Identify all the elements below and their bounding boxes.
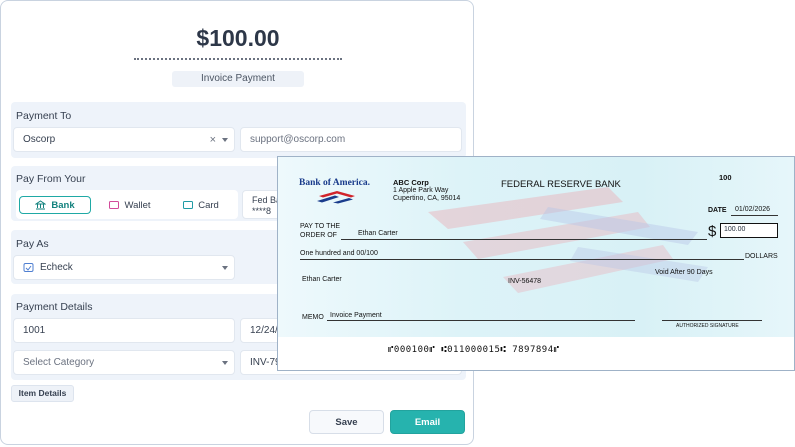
amount-words-line	[300, 259, 744, 260]
micr-line: ⑈000100⑈ ⑆011000015⑆ 7897894⑈	[388, 345, 560, 355]
email-button[interactable]: Email	[390, 410, 465, 434]
chevron-down-icon[interactable]	[222, 360, 228, 365]
pay-as-value: Echeck	[40, 262, 73, 273]
pay-from-label: Pay From Your	[16, 173, 86, 185]
card-icon	[183, 201, 194, 209]
chevron-down-icon[interactable]	[222, 265, 228, 270]
pay-option-label: Wallet	[124, 199, 151, 211]
payer-name: ABC Corp	[393, 178, 429, 187]
save-button[interactable]: Save	[309, 410, 384, 434]
payer-address-line1: 1 Apple Park Way	[393, 187, 449, 194]
wallet-icon	[109, 201, 120, 209]
check-number-field[interactable]: 1001	[13, 318, 235, 343]
pay-option-label: Bank	[51, 199, 75, 211]
amount-in-words: One hundred and 00/100	[300, 250, 378, 257]
signature-line	[662, 320, 762, 321]
pay-as-label: Pay As	[16, 238, 49, 250]
bank-logo-icon	[317, 191, 355, 204]
payee-value: Oscorp	[23, 134, 56, 145]
order-of-label: ORDER OF	[300, 232, 337, 239]
email-field[interactable]: support@oscorp.com	[240, 127, 462, 152]
dollar-sign: $	[708, 223, 717, 240]
amount-underline	[134, 58, 342, 60]
check-preview: Bank of America. ABC Corp 1 Apple Park W…	[277, 156, 795, 371]
memo-chip[interactable]: Invoice Payment	[172, 71, 304, 87]
payment-to-label: Payment To	[16, 110, 72, 122]
payment-amount: $100.00	[196, 25, 280, 51]
chevron-down-icon[interactable]	[222, 137, 228, 142]
payee-select[interactable]: Oscorp ×	[13, 127, 235, 152]
payment-to-section: Payment To Oscorp × support@oscorp.com	[11, 102, 466, 158]
payer-address-line2: Cupertino, CA, 95014	[393, 195, 461, 202]
clear-icon[interactable]: ×	[210, 134, 216, 146]
dollars-label: DOLLARS	[745, 253, 778, 260]
date-label: DATE	[708, 207, 727, 214]
invoice-reference: INV-56478	[508, 278, 542, 285]
check-number: 100	[719, 173, 732, 182]
memo-value: Invoice Payment	[330, 312, 382, 319]
app-stage: $100.00 Invoice Payment Payment To Oscor…	[0, 0, 795, 447]
echeck-icon	[23, 263, 34, 272]
check-date: 01/02/2026	[735, 206, 771, 213]
memo-label: MEMO	[302, 314, 324, 321]
category-placeholder: Select Category	[23, 357, 95, 368]
pay-method-selector: Bank Wallet Card	[16, 190, 238, 219]
bank-title: FEDERAL RESERVE BANK	[501, 179, 621, 190]
void-note: Void After 90 Days	[655, 269, 713, 276]
payee-address-name: Ethan Carter	[302, 276, 342, 283]
pay-as-select[interactable]: Echeck	[13, 255, 235, 280]
pay-to-label: PAY TO THE	[300, 223, 341, 230]
payment-details-label: Payment Details	[16, 301, 93, 313]
check-amount-box: 100.00	[720, 223, 778, 238]
bank-logo-text: Bank of America.	[299, 178, 370, 188]
signature-label: AUTHORIZED SIGNATURE	[676, 323, 739, 329]
pay-option-card[interactable]: Card	[171, 196, 231, 214]
pay-option-wallet[interactable]: Wallet	[100, 196, 160, 214]
category-select[interactable]: Select Category	[13, 350, 235, 375]
item-details-tab[interactable]: Item Details	[11, 385, 74, 402]
payee-line	[341, 239, 707, 240]
memo-line	[327, 320, 635, 321]
payee-name: Ethan Carter	[358, 230, 398, 237]
date-line	[731, 215, 778, 216]
pay-option-label: Card	[198, 199, 219, 211]
pay-option-bank[interactable]: Bank	[19, 196, 91, 214]
bank-icon	[35, 200, 47, 210]
